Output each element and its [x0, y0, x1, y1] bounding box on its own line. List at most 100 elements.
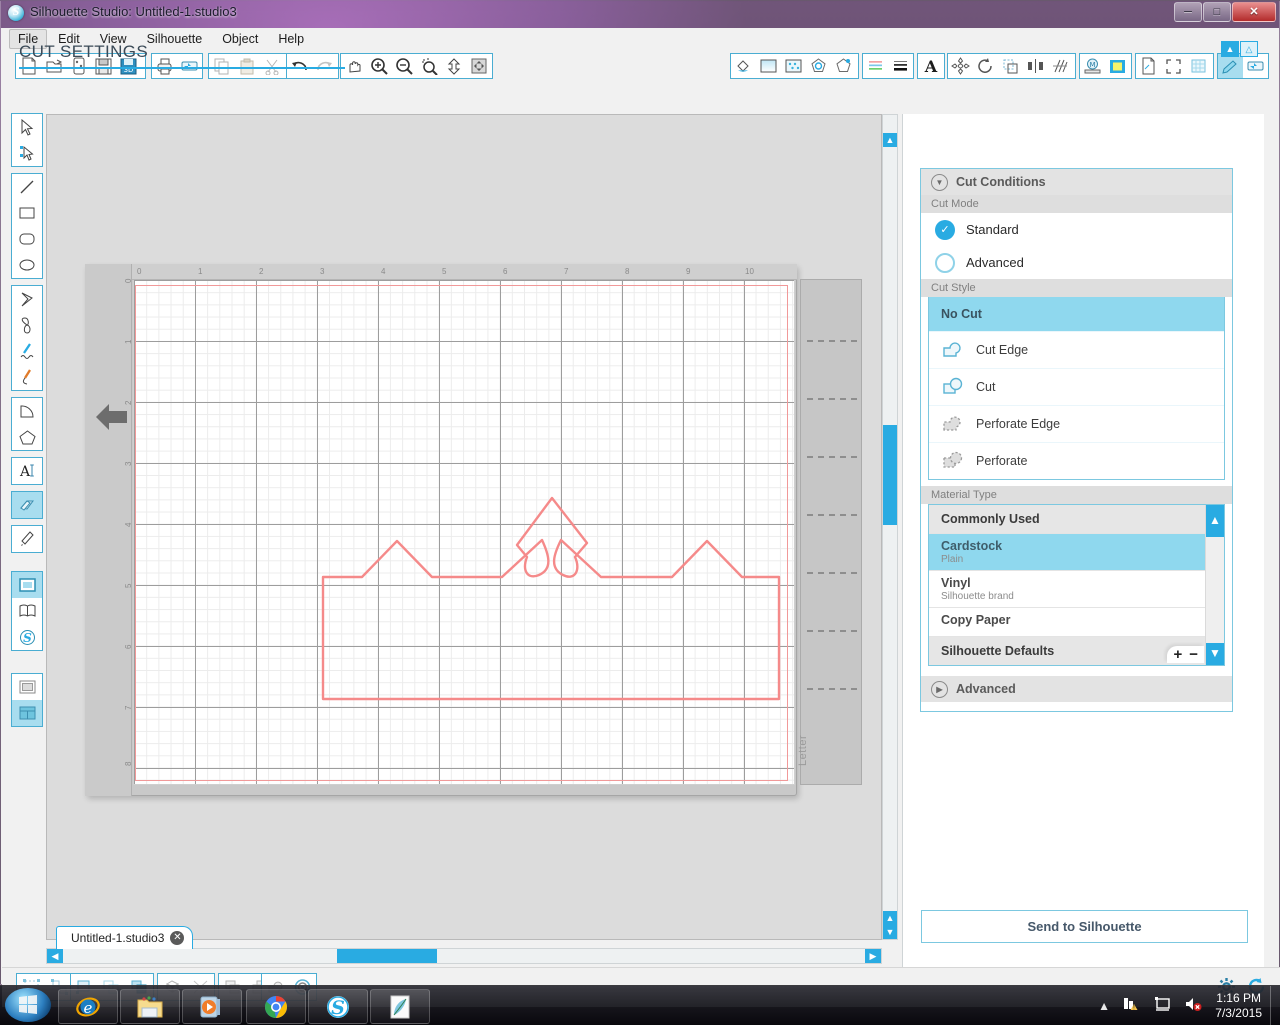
text-tool-icon[interactable]: A — [12, 458, 42, 484]
draw-line-tool-icon[interactable] — [12, 338, 42, 364]
chevron-down-icon[interactable]: ▼ — [931, 173, 948, 191]
page-setup-icon[interactable] — [1136, 54, 1161, 78]
cut-settings-icon[interactable] — [1218, 54, 1243, 78]
line-tool-icon[interactable] — [12, 174, 42, 200]
fit-to-page-icon[interactable] — [441, 54, 466, 78]
menu-object[interactable]: Object — [213, 29, 267, 49]
curve-shape-tool-icon[interactable] — [12, 312, 42, 338]
material-type-list[interactable]: Commonly Used Cardstock Plain Vinyl Silh… — [928, 504, 1225, 666]
pan-hand-icon[interactable] — [341, 54, 366, 78]
design-page-icon[interactable] — [12, 674, 42, 700]
scale-icon[interactable] — [998, 54, 1023, 78]
undo-icon[interactable] — [287, 54, 312, 78]
cut-style-cut[interactable]: Cut — [929, 368, 1224, 405]
display-icon[interactable] — [1154, 996, 1171, 1015]
store-icon[interactable]: S — [12, 624, 42, 650]
material-scroll-down[interactable]: ▼ — [1206, 643, 1224, 665]
copy-icon[interactable] — [209, 54, 234, 78]
taskbar-clock[interactable]: 1:16 PM 7/3/2015 — [1215, 991, 1262, 1021]
cut-preview-icon[interactable] — [12, 700, 42, 726]
fill-color-icon[interactable] — [731, 54, 756, 78]
horizontal-scroll-thumb[interactable] — [337, 949, 437, 963]
document-tab[interactable]: Untitled-1.studio3 ✕ — [56, 926, 194, 949]
add-material-button[interactable]: + — [1173, 646, 1182, 663]
scroll-down-arrow-1[interactable]: ▲ — [883, 911, 897, 925]
arc-tool-icon[interactable] — [12, 398, 42, 424]
fill-pattern-icon[interactable] — [781, 54, 806, 78]
material-group-commonly-used[interactable]: Commonly Used — [929, 505, 1224, 534]
silhouette-studio-icon[interactable]: S — [308, 989, 368, 1024]
ellipse-tool-icon[interactable] — [12, 252, 42, 278]
menu-silhouette[interactable]: Silhouette — [138, 29, 212, 49]
cut-mode-standard[interactable]: ✓ Standard — [921, 213, 1232, 246]
chevron-right-icon[interactable]: ▶ — [931, 680, 948, 698]
cut-conditions-header[interactable]: ▼ Cut Conditions — [921, 169, 1232, 195]
edit-points-tool-icon[interactable] — [12, 140, 42, 166]
library-icon[interactable] — [12, 598, 42, 624]
google-chrome-icon[interactable] — [246, 989, 306, 1024]
freehand-tool-icon[interactable] — [12, 364, 42, 390]
send-to-silhouette-panel-icon[interactable] — [1243, 54, 1268, 78]
move-icon[interactable] — [948, 54, 973, 78]
align-icon[interactable] — [1023, 54, 1048, 78]
volume-muted-icon[interactable] — [1184, 996, 1202, 1015]
zoom-selection-icon[interactable] — [416, 54, 441, 78]
line-thickness-icon[interactable] — [888, 54, 913, 78]
design-canvas[interactable]: Letter 0 1 2 3 4 5 6 7 8 9 10 0 1 2 3 4 … — [46, 114, 882, 940]
panel-collapse-button[interactable]: ▲ — [1221, 41, 1239, 57]
material-cardstock[interactable]: Cardstock Plain — [929, 534, 1224, 571]
scroll-down-arrow-2[interactable]: ▼ — [883, 925, 897, 939]
material-scroll-up[interactable]: ▲ — [1206, 505, 1224, 537]
page-view-icon[interactable] — [12, 572, 42, 598]
send-to-silhouette-icon[interactable] — [177, 54, 202, 78]
material-copy-paper[interactable]: Copy Paper — [929, 608, 1224, 637]
notepad-feather-icon[interactable] — [370, 989, 430, 1024]
offset-icon[interactable] — [1105, 54, 1130, 78]
title-bar[interactable]: Silhouette Studio: Untitled-1.studio3 ─ … — [0, 0, 1280, 26]
material-list-scrollbar[interactable]: ▲ ▼ — [1205, 505, 1224, 665]
scroll-up-arrow[interactable]: ▲ — [883, 133, 897, 147]
windows-media-player-icon[interactable] — [182, 989, 242, 1024]
file-explorer-icon[interactable] — [120, 989, 180, 1024]
rotate-icon[interactable] — [973, 54, 998, 78]
show-desktop-button[interactable] — [1270, 986, 1280, 1025]
rounded-rectangle-tool-icon[interactable] — [12, 226, 42, 252]
paste-icon[interactable] — [234, 54, 259, 78]
network-warning-icon[interactable]: ! — [1123, 996, 1141, 1015]
zoom-in-icon[interactable] — [366, 54, 391, 78]
fit-to-window-icon[interactable] — [466, 54, 491, 78]
show-hidden-icons-arrow[interactable]: ▲ — [1098, 999, 1110, 1013]
panel-detach-button[interactable]: △ — [1240, 41, 1258, 57]
eraser-tool-icon[interactable] — [12, 492, 42, 518]
remove-material-button[interactable]: − — [1189, 646, 1198, 663]
cut-style-perforate[interactable]: Perforate — [929, 442, 1224, 479]
cut-mode-advanced[interactable]: Advanced — [921, 246, 1232, 279]
polygon-tool-icon[interactable] — [12, 286, 42, 312]
menu-help[interactable]: Help — [269, 29, 313, 49]
vertical-scroll-thumb[interactable] — [883, 425, 897, 525]
windows-start-icon[interactable] — [5, 988, 51, 1022]
quick-trace-icon[interactable]: M — [1080, 54, 1105, 78]
print-icon[interactable] — [152, 54, 177, 78]
scroll-left-arrow[interactable]: ◀ — [47, 949, 63, 963]
crown-outline-path[interactable] — [133, 279, 795, 785]
line-style-icon[interactable] — [831, 54, 856, 78]
cut-style-cut-edge[interactable]: Cut Edge — [929, 331, 1224, 368]
close-icon[interactable]: ✕ — [170, 931, 185, 945]
knife-tool-icon[interactable] — [12, 526, 42, 552]
cut-style-perforate-edge[interactable]: Perforate Edge — [929, 405, 1224, 442]
material-vinyl[interactable]: Vinyl Silhouette brand — [929, 571, 1224, 608]
scroll-right-arrow[interactable]: ▶ — [865, 949, 881, 963]
rectangle-tool-icon[interactable] — [12, 200, 42, 226]
zoom-out-icon[interactable] — [391, 54, 416, 78]
replicate-icon[interactable] — [1048, 54, 1073, 78]
maximize-button[interactable]: □ — [1203, 2, 1231, 22]
minimize-button[interactable]: ─ — [1174, 2, 1202, 22]
canvas-horizontal-scrollbar[interactable]: ◀ ▶ — [46, 948, 882, 964]
registration-marks-icon[interactable] — [1161, 54, 1186, 78]
internet-explorer-icon[interactable]: e — [58, 989, 118, 1024]
cut-scissors-icon[interactable] — [259, 54, 284, 78]
line-color-icon[interactable] — [806, 54, 831, 78]
text-style-icon[interactable]: A — [918, 54, 943, 78]
close-button[interactable]: ✕ — [1232, 2, 1276, 22]
